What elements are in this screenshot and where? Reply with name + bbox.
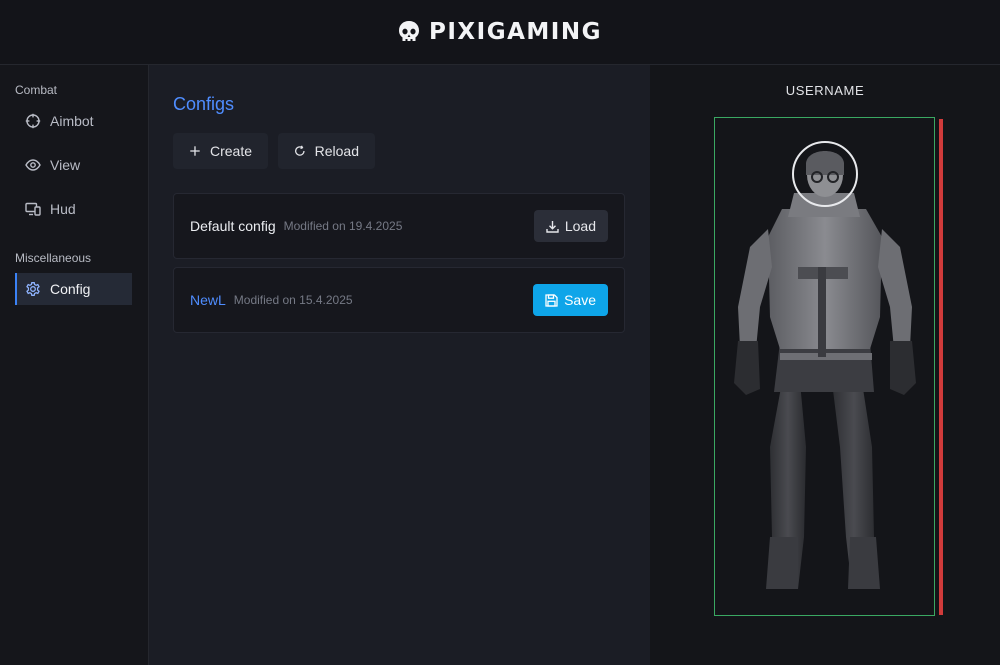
- crosshair-icon: [25, 113, 41, 129]
- sidebar-item-aimbot[interactable]: Aimbot: [15, 105, 132, 137]
- health-bar: [939, 119, 943, 615]
- gear-icon: [26, 282, 40, 296]
- download-icon: [546, 220, 559, 233]
- create-button-label: Create: [209, 143, 252, 159]
- sidebar-item-label: Hud: [50, 201, 76, 217]
- config-name: Default config: [190, 218, 276, 234]
- config-card: Default config Modified on 19.4.2025 Loa…: [173, 193, 625, 259]
- sidebar-section-combat: Combat: [15, 83, 58, 97]
- sidebar-item-hud[interactable]: Hud: [15, 193, 132, 225]
- sidebar-item-label: View: [50, 157, 81, 173]
- monitor-icon: [25, 202, 41, 216]
- eye-icon: [25, 159, 41, 171]
- save-button-label: Save: [564, 292, 596, 308]
- reload-icon: [295, 145, 305, 156]
- sidebar: Combat Aimbot View Hud Miscellaneous Con…: [0, 65, 149, 665]
- save-button[interactable]: Save: [533, 284, 608, 316]
- sidebar-item-label: Config: [50, 281, 91, 297]
- player-username: USERNAME: [785, 83, 865, 98]
- skull-icon: [399, 21, 420, 41]
- create-button[interactable]: Create: [173, 133, 268, 169]
- sidebar-item-view[interactable]: View: [15, 149, 132, 181]
- load-button-label: Load: [564, 218, 596, 234]
- plus-icon: [190, 146, 200, 156]
- reload-button-label: Reload: [314, 143, 359, 159]
- sidebar-item-config[interactable]: Config: [15, 273, 132, 305]
- sidebar-section-misc: Miscellaneous: [15, 251, 92, 265]
- save-icon: [545, 293, 558, 307]
- reload-button[interactable]: Reload: [278, 133, 375, 169]
- brand: PIXIGAMING: [398, 19, 602, 45]
- config-modified: Modified on 19.4.2025: [283, 219, 403, 233]
- esp-preview: USERNAME: [650, 65, 1000, 665]
- config-name: NewL: [190, 292, 226, 308]
- app-title: PIXIGAMING: [429, 19, 602, 45]
- load-button[interactable]: Load: [533, 210, 608, 242]
- player-model: [734, 141, 916, 589]
- config-modified: Modified on 15.4.2025: [233, 293, 353, 307]
- sidebar-item-label: Aimbot: [50, 113, 94, 129]
- page-title: Configs: [173, 94, 235, 114]
- config-card: NewL Modified on 15.4.2025 Save: [173, 267, 625, 333]
- configs-panel: Configs Create Reload Default config Mod…: [149, 65, 650, 665]
- top-header: PIXIGAMING: [0, 0, 1000, 65]
